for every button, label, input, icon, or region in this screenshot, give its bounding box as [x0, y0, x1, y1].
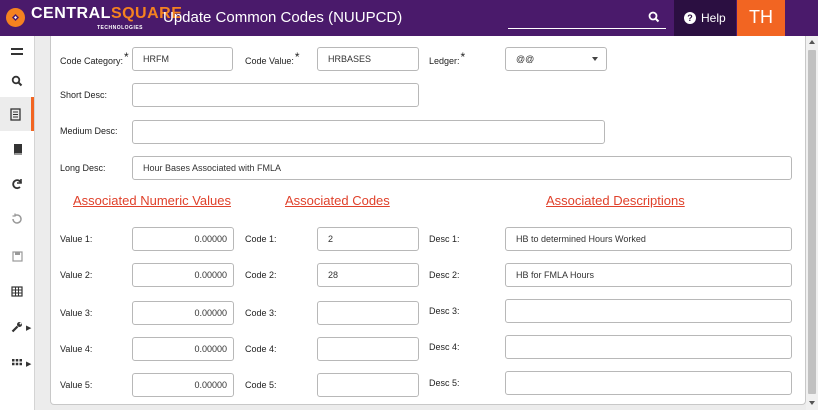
expand-arrow-icon: ▶ — [26, 325, 32, 332]
code-category-field[interactable]: HRFM — [132, 47, 233, 71]
refresh-icon[interactable] — [0, 167, 34, 201]
wrench-icon[interactable]: ▶ — [0, 310, 34, 344]
code-label: Code 4: — [245, 344, 277, 354]
value-label: Value 5: — [60, 380, 93, 390]
ledger-label: Ledger:* — [429, 50, 466, 66]
ledger-selected-value: @@ — [516, 54, 535, 64]
value-label: Value 2: — [60, 270, 93, 280]
desc-label: Desc 4: — [429, 342, 460, 352]
required-marker: * — [294, 50, 300, 64]
value-5-field[interactable]: 0.00000 — [132, 373, 234, 397]
page-title: Update Common Codes (NUUPCD) — [163, 9, 403, 26]
form-panel: Code Category:* HRFM Code Value:* HRBASE… — [50, 36, 806, 405]
required-marker: * — [124, 50, 129, 64]
brand-name: CENTRALSQUARE — [31, 5, 182, 23]
desc-label: Desc 5: — [429, 378, 460, 388]
required-marker: * — [460, 50, 466, 64]
code-value-field[interactable]: HRBASES — [317, 47, 419, 71]
search-icon[interactable] — [0, 64, 34, 98]
code-4-field[interactable] — [317, 337, 419, 361]
undo-icon[interactable] — [0, 202, 34, 236]
help-button[interactable]: ? Help — [674, 0, 736, 36]
user-avatar[interactable]: TH — [737, 0, 785, 36]
scroll-down-arrow-icon[interactable] — [809, 401, 815, 405]
brand-main: CENTRAL — [31, 5, 111, 22]
value-label: Value 3: — [60, 308, 93, 318]
brand-subtitle: TECHNOLOGIES — [97, 25, 144, 31]
desc-label: Desc 2: — [429, 270, 460, 280]
value-2-field[interactable]: 0.00000 — [132, 263, 234, 287]
centralsquare-logo-icon — [6, 8, 25, 27]
vertical-scrollbar[interactable] — [806, 36, 818, 410]
value-1-field[interactable]: 0.00000 — [132, 227, 234, 251]
document-icon[interactable] — [0, 97, 34, 131]
desc-4-field[interactable] — [505, 335, 792, 359]
global-search-input[interactable] — [508, 9, 666, 29]
code-label: Code 1: — [245, 234, 277, 244]
value-label: Value 4: — [60, 344, 93, 354]
desc-1-field[interactable]: HB to determined Hours Worked — [505, 227, 792, 251]
expand-arrow-icon: ▶ — [26, 361, 32, 368]
code-5-field[interactable] — [317, 373, 419, 397]
long-desc-field[interactable]: Hour Bases Associated with FMLA — [132, 156, 792, 180]
code-value-label: Code Value:* — [245, 50, 300, 66]
code-2-field[interactable]: 28 — [317, 263, 419, 287]
code-label: Code 5: — [245, 380, 277, 390]
medium-desc-label: Medium Desc: — [60, 126, 118, 136]
apps-icon[interactable]: ▶ — [0, 346, 34, 380]
value-4-field[interactable]: 0.00000 — [132, 337, 234, 361]
search-icon[interactable] — [648, 11, 660, 23]
short-desc-label: Short Desc: — [60, 90, 108, 100]
long-desc-label: Long Desc: — [60, 163, 106, 173]
book-icon[interactable] — [0, 132, 34, 166]
numeric-values-heading: Associated Numeric Values — [73, 193, 231, 208]
help-icon: ? — [684, 12, 696, 24]
top-bar: CENTRALSQUARE TECHNOLOGIES Update Common… — [0, 0, 818, 36]
associated-descriptions-heading: Associated Descriptions — [546, 193, 685, 208]
scroll-up-arrow-icon[interactable] — [809, 40, 815, 44]
code-1-field[interactable]: 2 — [317, 227, 419, 251]
desc-label: Desc 3: — [429, 306, 460, 316]
code-label: Code 2: — [245, 270, 277, 280]
code-label: Code 3: — [245, 308, 277, 318]
grid-icon[interactable] — [0, 274, 34, 308]
value-label: Value 1: — [60, 234, 93, 244]
code-3-field[interactable] — [317, 301, 419, 325]
help-label: Help — [701, 11, 726, 25]
scrollbar-thumb[interactable] — [808, 50, 816, 394]
save-icon[interactable] — [0, 239, 34, 273]
sidebar: ▶ ▶ — [0, 36, 35, 410]
desc-2-field[interactable]: HB for FMLA Hours — [505, 263, 792, 287]
desc-label: Desc 1: — [429, 234, 460, 244]
desc-5-field[interactable] — [505, 371, 792, 395]
associated-codes-heading: Associated Codes — [285, 193, 390, 208]
chevron-down-icon — [592, 57, 598, 61]
short-desc-field[interactable] — [132, 83, 419, 107]
ledger-select[interactable]: @@ — [505, 47, 607, 71]
medium-desc-field[interactable] — [132, 120, 605, 144]
code-category-label: Code Category:* — [60, 50, 129, 66]
value-3-field[interactable]: 0.00000 — [132, 301, 234, 325]
desc-3-field[interactable] — [505, 299, 792, 323]
